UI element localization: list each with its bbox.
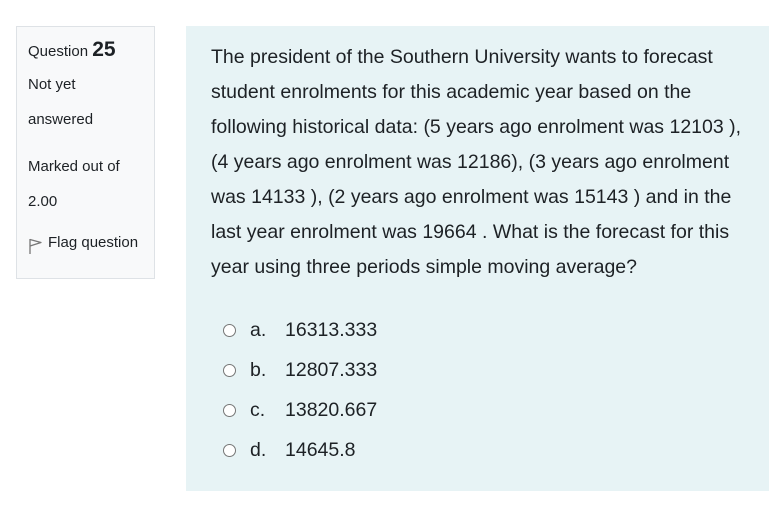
question-number-heading: Question 25	[28, 35, 143, 67]
option-letter: c.	[250, 398, 266, 421]
option-letter: b.	[250, 358, 267, 381]
radio-button-d[interactable]	[223, 443, 236, 457]
option-value: 13820.667	[285, 398, 378, 421]
answer-option-c[interactable]: c. 13820.667	[211, 390, 747, 430]
question-text-line: student enrolments for this academic yea…	[211, 81, 692, 103]
question-number: 25	[92, 38, 116, 61]
grade-line-2: 2.00	[28, 193, 58, 210]
answer-option-b[interactable]: b. 12807.333	[211, 350, 747, 390]
flag-question-label: Flag question	[48, 234, 139, 251]
state-line-2: answered	[28, 111, 94, 128]
answer-option-a[interactable]: a. 16313.333	[211, 310, 747, 350]
question-text-line: following historical data: (5 years ago …	[211, 116, 742, 138]
question-text-line: (4 years ago enrolment was 12186), (3 ye…	[211, 151, 730, 173]
flag-outline-icon	[28, 237, 44, 255]
flag-question-button[interactable]: Flag question	[28, 225, 143, 260]
question-text-line: last year enrolment was 19664 . What is …	[211, 221, 730, 243]
question-grade: Marked out of 2.00	[28, 149, 143, 219]
radio-button-a[interactable]	[223, 323, 236, 337]
answer-options: a. 16313.333 b. 12807.333 c. 13820.667 d…	[211, 310, 747, 470]
option-letter: d.	[250, 438, 267, 461]
question-text-line: The president of the Southern University…	[211, 46, 713, 68]
option-value: 12807.333	[285, 358, 378, 381]
radio-button-b[interactable]	[223, 363, 236, 377]
option-value: 14645.8	[285, 438, 356, 461]
question-text-line: year using three periods simple moving a…	[211, 256, 637, 278]
option-value: 16313.333	[285, 318, 378, 341]
state-line-1: Not yet	[28, 76, 76, 93]
question-text: The president of the Southern University…	[211, 40, 747, 285]
answer-option-d[interactable]: d. 14645.8	[211, 430, 747, 470]
option-letter: a.	[250, 318, 267, 341]
radio-button-c[interactable]	[223, 403, 236, 417]
question-text-line: was 14133 ), (2 years ago enrolment was …	[211, 186, 732, 208]
grade-line-1: Marked out of	[28, 158, 120, 175]
question-label: Question	[28, 43, 89, 60]
question-state: Not yet answered	[28, 67, 143, 137]
question-content: The president of the Southern University…	[186, 26, 769, 491]
question-info-panel: Question 25 Not yet answered Marked out …	[16, 26, 155, 279]
